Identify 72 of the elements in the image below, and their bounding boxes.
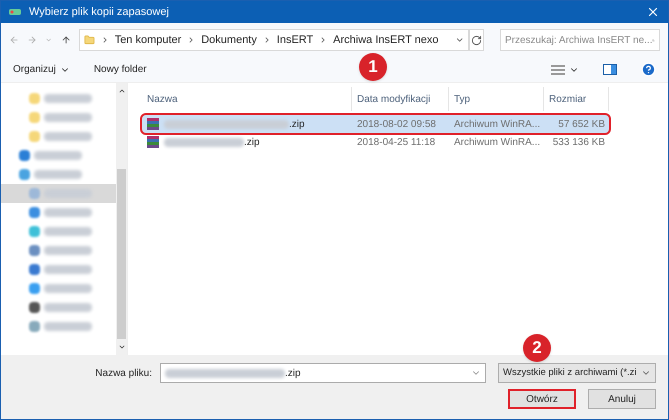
archive-icon (146, 117, 160, 131)
item-icon (29, 302, 40, 313)
file-size: 57 652 KB (557, 118, 606, 132)
blurred-label (44, 208, 92, 217)
breadcrumb[interactable]: Dokumenty (201, 32, 257, 48)
dialog-button[interactable]: Anuluj (588, 389, 656, 409)
blurred-label (44, 227, 92, 236)
filter-text: Wszystkie pliki z archiwami (*.zi (503, 366, 637, 380)
chevron-icon (264, 36, 269, 44)
search-field[interactable]: Przeszukaj: Archiwa InsERT ne... (500, 29, 660, 51)
preview-pane-icon[interactable] (603, 64, 617, 75)
blurred-label (44, 94, 92, 103)
blurred-label (44, 322, 92, 331)
blurred-label (34, 170, 82, 179)
chevron-icon (189, 36, 194, 44)
blurred-label (44, 246, 92, 255)
column-header[interactable]: Typ (449, 87, 544, 111)
item-icon (19, 150, 30, 161)
blurred-label (44, 113, 92, 122)
refresh-icon (470, 34, 482, 46)
address-bar[interactable]: Ten komputer Dokumenty InsERT Archiwa InsERT nexo (78, 29, 469, 51)
app-icon (9, 9, 21, 15)
item-icon (29, 112, 40, 123)
file-size: 533 136 KB (552, 136, 606, 150)
scroll-thumb[interactable] (117, 169, 126, 339)
column-header[interactable]: Data modyfikacji (352, 87, 449, 111)
item-icon (19, 169, 30, 180)
refresh-button[interactable] (468, 29, 484, 51)
column-header[interactable]: Rozmiar (544, 87, 609, 111)
step-badge: 2 (523, 334, 551, 362)
item-icon (29, 321, 40, 332)
file-row[interactable]: .zip 2018-04-25 11:18 Archiwum WinRA... 533 136 KB (142, 133, 609, 151)
scroll-up-icon[interactable] (118, 87, 126, 95)
folder-icon (84, 33, 95, 47)
blurred-label (44, 265, 92, 274)
breadcrumb[interactable]: Archiwa InsERT nexo (333, 32, 439, 48)
item-icon (29, 264, 40, 275)
file-type: Archiwum WinRA... (453, 118, 542, 132)
blurred-label (44, 284, 92, 293)
breadcrumb[interactable]: InsERT (276, 32, 314, 48)
new-folder-button[interactable]: Nowy folder (94, 62, 147, 77)
item-icon (29, 131, 40, 142)
file-type-dropdown[interactable]: Wszystkie pliki z archiwami (*.zi (498, 363, 656, 383)
filename-field[interactable]: .zip (160, 363, 486, 383)
file-type: Archiwum WinRA... (453, 136, 542, 150)
chevron-icon (102, 36, 107, 44)
archive-icon (146, 135, 160, 149)
close-icon[interactable] (646, 5, 660, 19)
scroll-down-icon[interactable] (118, 343, 126, 351)
blurred-label (44, 132, 92, 141)
scrollbar[interactable] (116, 83, 127, 355)
chevron-icon (321, 36, 326, 44)
modified-date: 2018-08-02 09:58 (356, 118, 437, 132)
item-icon (29, 207, 40, 218)
breadcrumb[interactable]: Ten komputer (114, 32, 182, 48)
item-icon (29, 283, 40, 294)
item-icon (29, 226, 40, 237)
item-icon (29, 93, 40, 104)
item-icon (29, 188, 40, 199)
file-name: .zip (289, 118, 305, 132)
modified-date: 2018-04-25 11:18 (356, 136, 436, 150)
help-icon[interactable] (641, 62, 656, 77)
window-title: Wybierz plik kopii zapasowej (29, 4, 169, 20)
file-row[interactable]: .zip 2018-08-02 09:58 Archiwum WinRA... 57 652 KB (142, 115, 609, 133)
item-icon (29, 245, 40, 256)
blurred-label (44, 303, 92, 312)
filename-label: Nazwa pliku: (95, 366, 152, 380)
blurred-label (34, 151, 82, 160)
dialog-button[interactable]: Otwórz (508, 389, 576, 409)
organize-button[interactable]: Organizuj (13, 62, 70, 77)
file-name: .zip (244, 136, 260, 150)
column-header[interactable]: Nazwa (142, 87, 352, 111)
